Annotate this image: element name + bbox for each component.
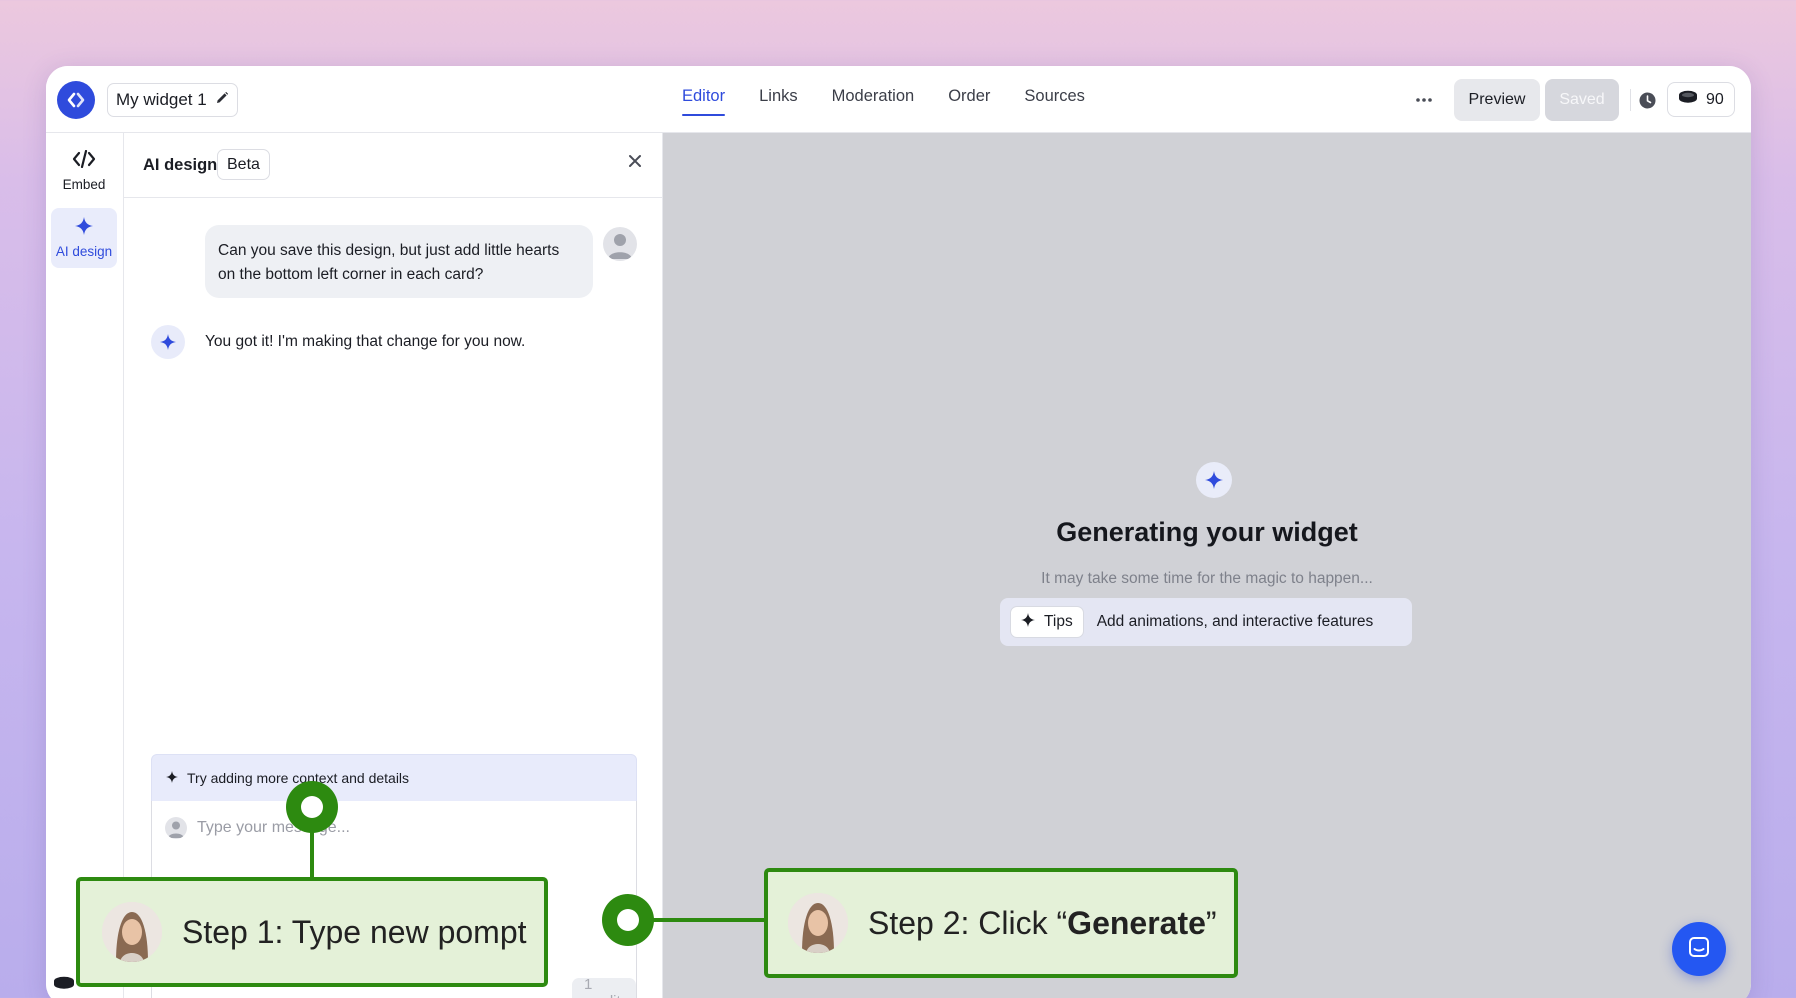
ai-avatar-icon	[151, 325, 185, 359]
top-bar: My widget 1 Editor Links Moderation Orde…	[46, 66, 1751, 133]
user-avatar-icon	[165, 817, 187, 839]
sparkle-icon	[1021, 612, 1035, 632]
guide-avatar	[102, 902, 162, 962]
step2-callout: Step 2: Click “Generate”	[764, 868, 1238, 978]
rail-item-embed[interactable]: Embed	[51, 141, 117, 201]
tab-order[interactable]: Order	[948, 66, 990, 133]
credits-balance[interactable]: 90	[1667, 82, 1735, 117]
tips-text: Add animations, and interactive features	[1096, 613, 1374, 630]
credits-count: 90	[1706, 90, 1724, 108]
tab-links[interactable]: Links	[759, 66, 798, 133]
coin-icon[interactable]	[53, 976, 75, 990]
panel-title: AI design	[143, 156, 218, 174]
saved-button[interactable]: Saved	[1545, 79, 1619, 121]
step1-callout: Step 1: Type new pompt	[76, 877, 548, 987]
user-avatar-icon	[603, 227, 637, 261]
credit-cost: 1 credit	[572, 976, 636, 998]
message-input[interactable]	[197, 815, 617, 841]
ai-design-panel: AI design Beta Can you save this design,…	[124, 133, 663, 998]
widget-name-label: My widget 1	[116, 90, 207, 109]
step1-text: Step 1: Type new pompt	[182, 913, 527, 950]
ai-message: You got it! I'm making that change for y…	[205, 333, 526, 350]
step2-connector	[650, 918, 768, 922]
step2-prefix: Step 2: Click “	[868, 904, 1068, 941]
prompt-tip: Try adding more context and details	[151, 754, 637, 802]
more-icon[interactable]	[1412, 88, 1436, 112]
guide-avatar	[788, 893, 848, 953]
rail-ai-label: AI design	[55, 244, 113, 259]
coin-icon	[1678, 90, 1698, 109]
tab-moderation[interactable]: Moderation	[832, 66, 915, 133]
clock-icon[interactable]	[1639, 92, 1656, 109]
tips-banner: Tips Add animations, and interactive fea…	[1000, 598, 1412, 646]
left-rail: Embed AI design	[46, 133, 124, 998]
widget-name-field[interactable]: My widget 1	[107, 83, 238, 117]
pencil-icon[interactable]	[215, 90, 229, 110]
preview-button[interactable]: Preview	[1454, 79, 1540, 121]
sparkle-icon	[75, 217, 93, 238]
chat-launcher-button[interactable]	[1672, 922, 1726, 976]
rail-embed-label: Embed	[62, 177, 106, 192]
close-icon[interactable]	[624, 150, 646, 172]
chat-icon	[1687, 935, 1711, 964]
step2-bold: Generate	[1067, 904, 1206, 941]
sparkle-icon	[166, 770, 178, 786]
step1-marker	[286, 781, 338, 833]
step2-text: Step 2: Click “Generate”	[868, 905, 1217, 942]
generating-subtitle: It may take some time for the magic to h…	[1041, 570, 1373, 587]
tips-chip: Tips	[1010, 606, 1084, 638]
panel-header: AI design Beta	[124, 133, 662, 198]
beta-badge: Beta	[217, 149, 270, 180]
step2-suffix: ”	[1205, 904, 1217, 941]
sparkle-icon	[1196, 462, 1232, 498]
step2-marker	[602, 894, 654, 946]
rail-item-ai-design[interactable]: AI design	[51, 208, 117, 268]
logo-icon[interactable]	[57, 81, 95, 119]
user-message: Can you save this design, but just add l…	[205, 225, 593, 298]
tab-editor[interactable]: Editor	[682, 66, 726, 133]
app-window: My widget 1 Editor Links Moderation Orde…	[46, 66, 1751, 998]
generating-title: Generating your widget	[1056, 517, 1358, 547]
tab-sources[interactable]: Sources	[1024, 66, 1085, 133]
main-tabs: Editor Links Moderation Order Sources	[682, 66, 1085, 133]
header-divider	[1630, 89, 1631, 111]
tips-label: Tips	[1044, 613, 1073, 630]
code-icon	[72, 149, 96, 171]
